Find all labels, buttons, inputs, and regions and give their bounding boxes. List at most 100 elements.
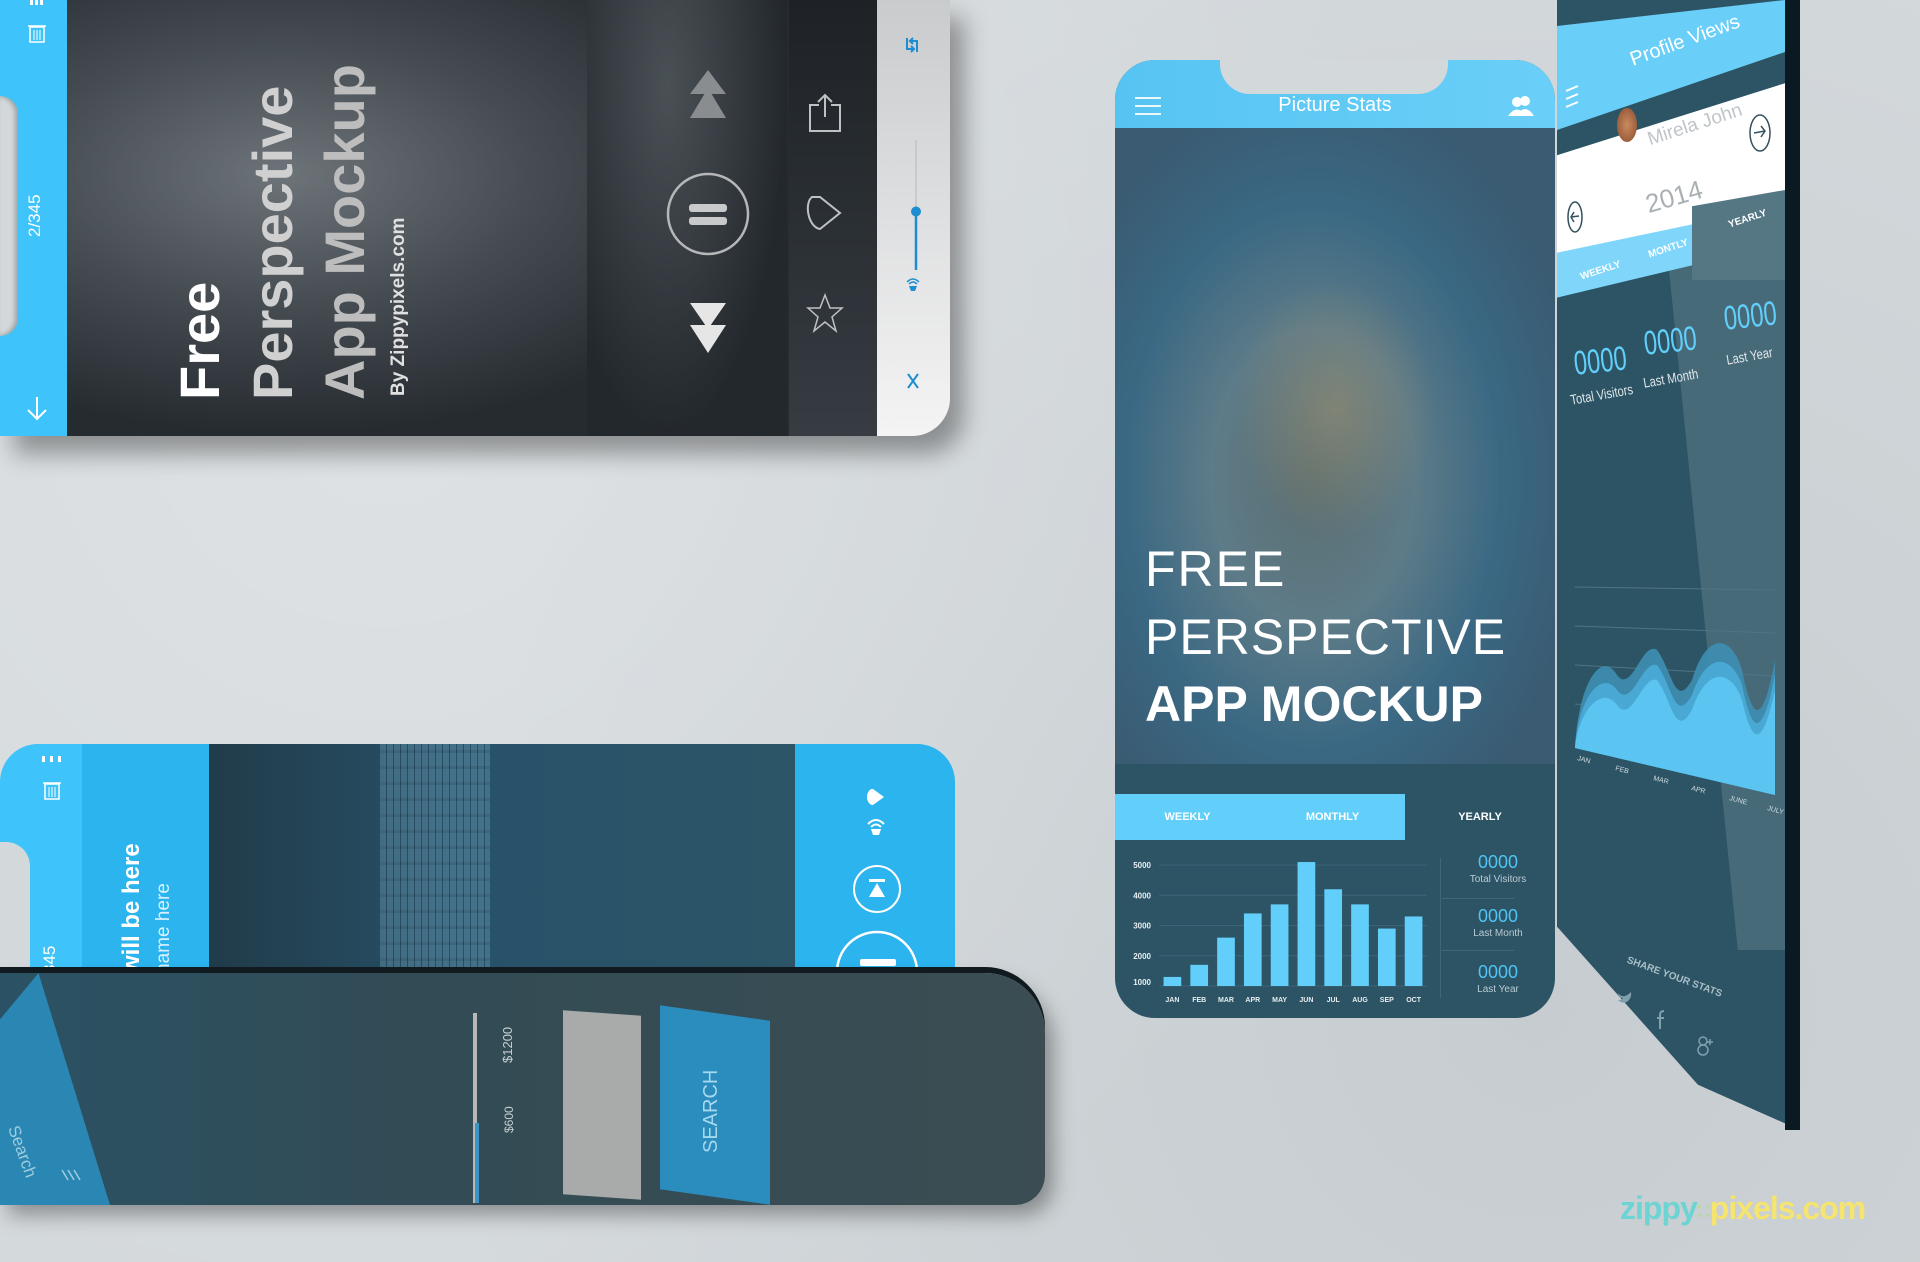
fast-forward-down-icon[interactable] <box>690 303 726 353</box>
zippypixels-logo: zippy∷pixels.com <box>1620 1190 1866 1227</box>
hero-title-line-3: App Mockup <box>313 64 376 400</box>
playlist-phone: 345 will be here name here <box>0 744 955 974</box>
tab-weekly[interactable]: WEEKLY <box>1115 794 1260 840</box>
phone-notch <box>0 96 18 336</box>
bar-sep <box>1377 928 1396 986</box>
price-mid-label: $600 <box>502 1106 516 1133</box>
price-max-label: $1200 <box>500 1026 515 1063</box>
x-tick-label: JULY <box>1766 805 1784 816</box>
shuffle-icon[interactable] <box>906 372 920 390</box>
stat-last-year-value: 0000 <box>1722 294 1779 338</box>
hamburger-menu-icon[interactable] <box>1565 85 1579 111</box>
x-tick-label: JAN <box>1576 755 1591 765</box>
google-plus-icon[interactable] <box>1697 1035 1715 1057</box>
artist-name: name here <box>153 883 174 974</box>
divider <box>1442 950 1514 951</box>
music-player-phone: 2/345 Free Perspective App Mockup By Zip… <box>0 0 950 436</box>
x-tick-label: AUG <box>1352 997 1368 1004</box>
pause-button[interactable] <box>666 172 750 256</box>
stat-last-month-value: 0000 <box>1477 906 1519 926</box>
fast-forward-up-icon[interactable] <box>690 70 726 120</box>
arrow-down-icon[interactable] <box>26 395 48 421</box>
y-tick-label: 5000 <box>1133 861 1151 870</box>
twitter-icon[interactable] <box>1617 990 1633 1004</box>
stat-last-month-value: 0000 <box>1642 319 1699 363</box>
facebook-icon[interactable] <box>1657 1010 1667 1030</box>
bar-apr <box>1243 913 1262 986</box>
x-tick-label: MAR <box>1652 775 1669 786</box>
x-tick-label: MAR <box>1218 997 1234 1004</box>
users-icon[interactable] <box>1508 94 1536 118</box>
trash-icon[interactable] <box>28 22 46 44</box>
arrow-right-icon[interactable] <box>1749 113 1771 153</box>
stat-last-year-label: Last Year <box>1477 984 1519 995</box>
logo-dots: ∷ <box>1696 1199 1711 1224</box>
period-tabs: WEEKLY MONTHLY YEARLY <box>1115 794 1555 840</box>
price-slider-fill <box>475 1123 479 1203</box>
arrow-left-icon[interactable] <box>1567 200 1583 234</box>
x-tick-label: SEP <box>1380 997 1394 1004</box>
share-icon[interactable] <box>806 93 844 133</box>
x-tick-label: OCT <box>1406 997 1422 1004</box>
hero-title-line-2: Perspective <box>241 85 304 400</box>
volume-slider[interactable] <box>910 140 922 270</box>
picture-stats-phone: Picture Stats FREE PERSPECTIVE APP MOCKU… <box>1115 60 1555 1018</box>
monthly-visitors-bar-chart: 1000 2000 3000 4000 5000 JAN FEB MAR APR MAY JUN JU… <box>1133 861 1427 1004</box>
repeat-icon[interactable] <box>902 35 922 55</box>
bar-jul <box>1324 889 1343 986</box>
trash-icon[interactable] <box>42 780 62 800</box>
star-icon[interactable] <box>806 293 844 333</box>
bar-oct <box>1404 916 1423 986</box>
byline: By Zippypixels.com <box>388 217 409 396</box>
hero-image <box>1115 128 1555 764</box>
menu-icon[interactable] <box>60 1168 82 1182</box>
tab-yearly[interactable]: YEARLY <box>1405 794 1555 840</box>
x-tick-label: FEB <box>1614 765 1629 775</box>
y-tick-label: 1000 <box>1133 978 1151 987</box>
x-tick-label: APR <box>1245 997 1260 1004</box>
y-tick-label: 4000 <box>1133 891 1151 900</box>
phone-notch <box>1220 60 1448 94</box>
bar-jan <box>1163 976 1182 986</box>
page-title: Picture Stats <box>1278 94 1392 116</box>
x-tick-label: JUL <box>1327 997 1341 1004</box>
tab-monthly[interactable]: MONTHLY <box>1260 794 1405 840</box>
stats-divider <box>1440 858 1441 998</box>
bar-mar <box>1217 937 1235 986</box>
stat-total-visitors-value: 0000 <box>1477 852 1519 872</box>
hero-title-line-1: Free <box>168 281 231 400</box>
search-sidebar <box>0 973 110 1205</box>
x-tick-label: FEB <box>1192 997 1206 1004</box>
heart-icon[interactable] <box>867 788 885 806</box>
avatar[interactable] <box>1617 108 1637 142</box>
stat-last-month-label: Last Month <box>1473 928 1523 939</box>
divider <box>1442 898 1514 899</box>
equalizer-panel <box>209 744 795 974</box>
track-counter: 345 <box>40 945 59 974</box>
profile-views-phone: Profile Views Mirela John 2014 WEEKLY MO… <box>1557 0 1800 1130</box>
phone-edge <box>1785 0 1800 1130</box>
bar-jun <box>1297 862 1316 986</box>
search-button-label: SEARCH <box>700 1069 722 1153</box>
search-input[interactable] <box>563 1010 641 1200</box>
equalizer-bars <box>380 744 490 974</box>
stat-last-year-value: 0000 <box>1477 962 1519 982</box>
x-tick-label: JAN <box>1165 997 1179 1004</box>
x-tick-label: JUNE <box>1728 795 1748 807</box>
stat-total-visitors-value: 0000 <box>1572 339 1629 383</box>
speaker-icon <box>867 818 885 836</box>
skip-button[interactable] <box>852 864 902 914</box>
pause-button[interactable] <box>834 929 920 974</box>
dots-icon[interactable] <box>30 0 44 10</box>
hero-line-1: FREE <box>1145 541 1287 597</box>
bar-may <box>1270 904 1289 986</box>
dots-icon[interactable] <box>42 756 62 764</box>
heart-icon[interactable] <box>806 193 844 233</box>
search-phone: Search $1200 $600 SEARCH <box>0 973 1045 1205</box>
profile-views-area-chart: JAN FEB MAR APR JUNE JULY <box>1574 586 1785 816</box>
hero-line-3: APP MOCKUP <box>1145 676 1484 732</box>
x-tick-label: JUN <box>1299 997 1313 1004</box>
stats-panel: 0000 Total Visitors 0000 Last Month 0000… <box>1440 846 1555 1018</box>
stat-total-visitors-label: Total Visitors <box>1469 874 1527 885</box>
bar-feb <box>1190 964 1209 986</box>
